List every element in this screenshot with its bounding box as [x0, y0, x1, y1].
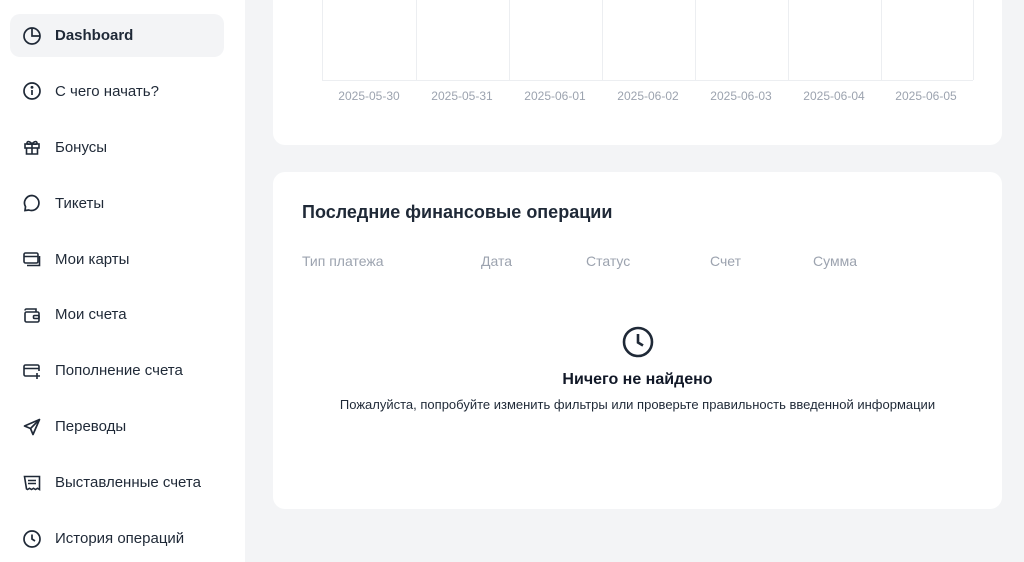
- x-tick-label: 2025-06-03: [710, 89, 772, 103]
- clock-icon: [621, 325, 655, 359]
- sidebar-item-my-cards[interactable]: Мои карты: [10, 238, 224, 281]
- grid-line: [973, 0, 974, 80]
- x-tick-label: 2025-05-30: [338, 89, 400, 103]
- sidebar-item-label: Dashboard: [55, 27, 134, 44]
- clock-icon: [22, 529, 42, 549]
- grid-line: [881, 0, 882, 80]
- sidebar-item-label: Мои счета: [55, 306, 127, 324]
- grid-line: [602, 0, 603, 80]
- x-tick-label: 2025-06-02: [617, 89, 679, 103]
- send-icon: [22, 417, 42, 437]
- info-icon: [22, 81, 42, 101]
- sidebar-item-bonuses[interactable]: Бонусы: [10, 126, 224, 169]
- column-header-amount[interactable]: Сумма: [813, 253, 857, 269]
- section-title: Последние финансовые операции: [302, 202, 613, 222]
- column-header-date[interactable]: Дата: [481, 253, 512, 269]
- sidebar: Dashboard С чего начать? Бонусы Тикеты М…: [0, 0, 245, 562]
- sidebar-item-history[interactable]: История операций: [10, 517, 224, 560]
- x-tick-label: 2025-06-05: [895, 89, 957, 103]
- pie-chart-icon: [22, 26, 42, 46]
- sidebar-item-invoices[interactable]: Выставленные счета: [10, 461, 224, 504]
- x-tick-label: 2025-06-01: [524, 89, 586, 103]
- column-header-account[interactable]: Счет: [710, 253, 741, 269]
- sidebar-item-label: Мои карты: [55, 250, 130, 268]
- sidebar-item-label: История операций: [55, 530, 185, 548]
- sidebar-item-label: Бонусы: [55, 138, 108, 156]
- chat-bubble-icon: [22, 193, 42, 213]
- receipt-icon: [22, 473, 42, 493]
- wallet-icon: [22, 305, 42, 325]
- empty-state-text: Пожалуйста, попробуйте изменить фильтры …: [339, 397, 936, 412]
- sidebar-item-dashboard[interactable]: Dashboard: [10, 14, 224, 57]
- x-tick-label: 2025-05-31: [431, 89, 493, 103]
- grid-line: [509, 0, 510, 80]
- empty-state: Ничего не найдено Пожалуйста, попробуйте…: [273, 325, 1002, 412]
- sidebar-item-label: Пополнение счета: [55, 362, 183, 380]
- sidebar-item-label: Выставленные счета: [55, 474, 201, 492]
- chart-card: 2025-05-30 2025-05-31 2025-06-01 2025-06…: [273, 0, 1002, 145]
- recent-operations-card: Последние финансовые операции Тип платеж…: [273, 172, 1002, 509]
- grid-line: [416, 0, 417, 80]
- main-content: 2025-05-30 2025-05-31 2025-06-01 2025-06…: [245, 0, 1024, 562]
- table-header: Тип платежа Дата Статус Счет Сумма: [302, 253, 973, 273]
- cards-icon: [22, 249, 42, 269]
- column-header-status[interactable]: Статус: [586, 253, 630, 269]
- chart-grid: [322, 0, 974, 81]
- grid-line: [788, 0, 789, 80]
- sidebar-item-top-up[interactable]: Пополнение счета: [10, 349, 224, 392]
- empty-state-title: Ничего не найдено: [562, 371, 713, 388]
- sidebar-item-transfers[interactable]: Переводы: [10, 405, 224, 448]
- sidebar-item-tickets[interactable]: Тикеты: [10, 182, 224, 225]
- gift-icon: [22, 137, 42, 157]
- card-add-icon: [22, 361, 42, 381]
- sidebar-item-label: Тикеты: [55, 194, 105, 212]
- grid-line: [695, 0, 696, 80]
- sidebar-item-getting-started[interactable]: С чего начать?: [10, 70, 224, 113]
- sidebar-item-label: С чего начать?: [55, 82, 159, 100]
- sidebar-item-my-accounts[interactable]: Мои счета: [10, 293, 224, 336]
- column-header-payment-type[interactable]: Тип платежа: [302, 253, 384, 269]
- sidebar-item-label: Переводы: [55, 418, 127, 436]
- x-tick-label: 2025-06-04: [803, 89, 865, 103]
